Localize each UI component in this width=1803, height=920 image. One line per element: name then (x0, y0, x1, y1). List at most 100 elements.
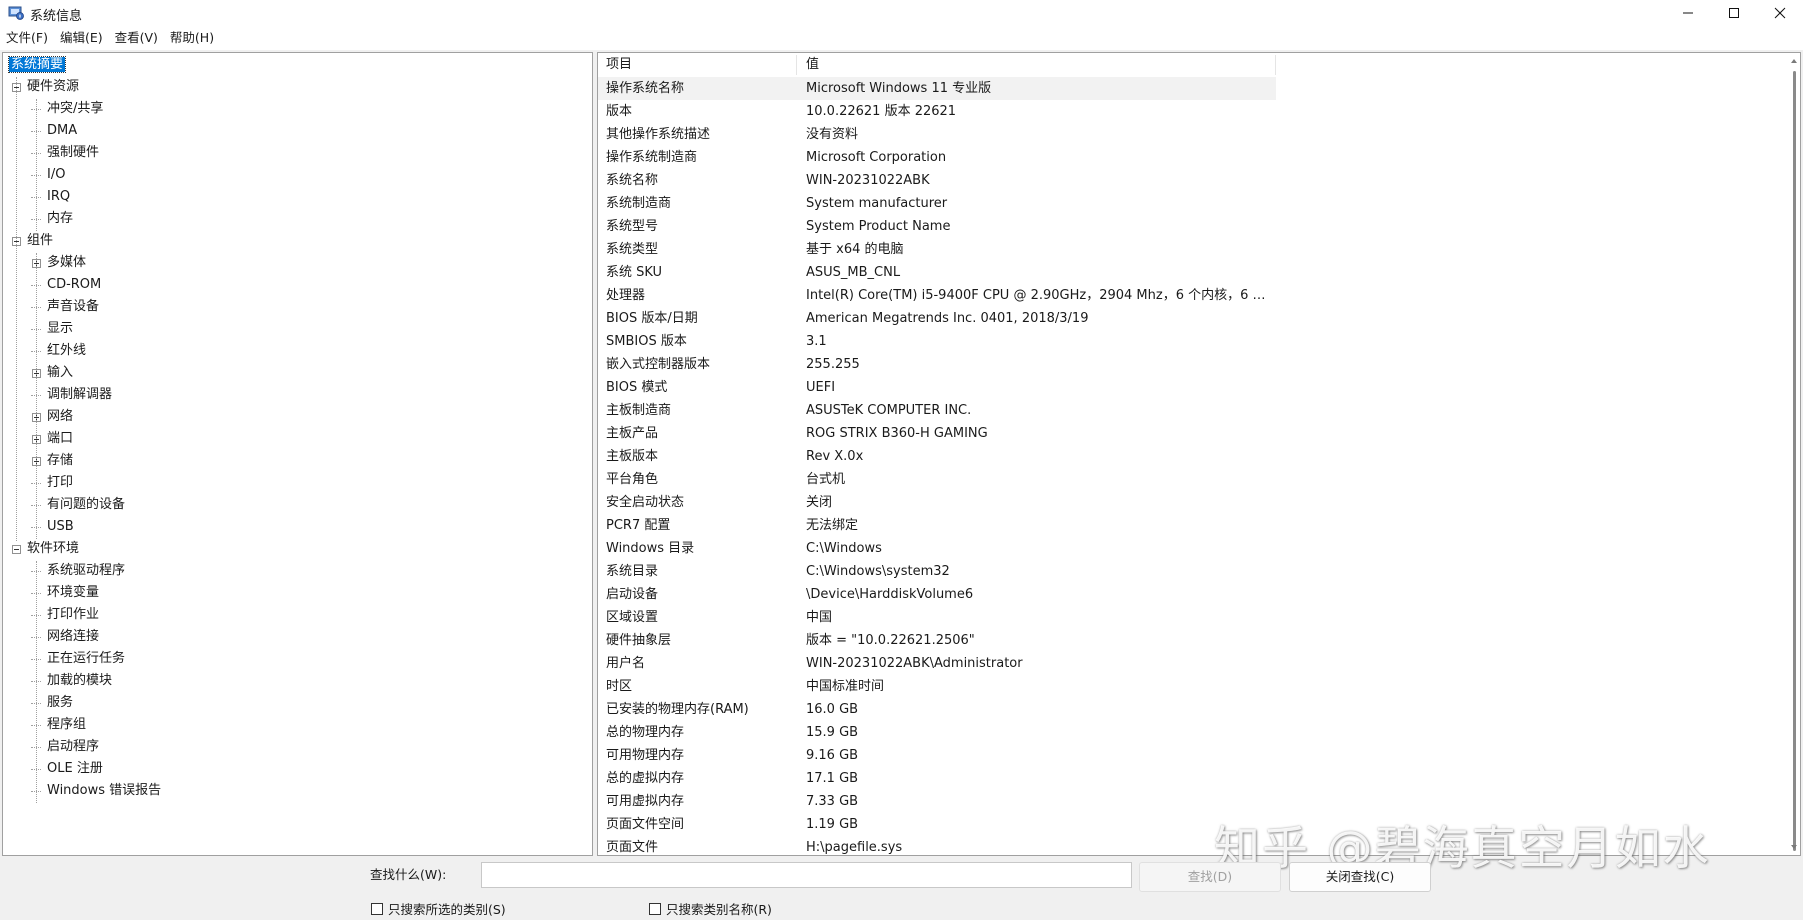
tree-item[interactable]: IRQ (45, 187, 72, 207)
category-tree[interactable]: 系统摘要硬件资源 冲突/共享 DMA 强制硬件 I/O IRQ 内存组件多媒体 CD-ROM 声… (2, 52, 593, 856)
tree-item[interactable]: USB (45, 517, 76, 537)
tree-item[interactable]: 正在运行任务 (45, 649, 127, 669)
tree-item[interactable]: 多媒体 (45, 253, 88, 273)
table-row[interactable]: 硬件抽象层 版本 = "10.0.22621.2506" (598, 629, 1276, 652)
details-list[interactable]: 项目 值 操作系统名称 Microsoft Windows 11 专业版 版本 10.… (597, 52, 1801, 856)
scrollbar-thumb[interactable] (1793, 71, 1796, 851)
table-row[interactable]: 其他操作系统描述 没有资料 (598, 123, 1276, 146)
item-value-cell: C:\Windows (806, 541, 882, 556)
column-header-item[interactable]: 项目 (606, 53, 632, 77)
tree-item[interactable]: 启动程序 (45, 737, 101, 757)
tree-item[interactable]: 系统驱动程序 (45, 561, 127, 581)
menu-file[interactable]: 文件(F) (0, 26, 54, 50)
table-row[interactable]: 嵌入式控制器版本 255.255 (598, 353, 1276, 376)
checkbox-search-names[interactable] (649, 902, 661, 915)
tree-item[interactable]: OLE 注册 (45, 759, 105, 779)
table-row[interactable]: 主板版本 Rev X.0x (598, 445, 1276, 468)
checkbox-search-selected[interactable] (371, 902, 383, 915)
find-input[interactable] (481, 862, 1132, 888)
table-row[interactable]: 操作系统名称 Microsoft Windows 11 专业版 (598, 77, 1276, 100)
table-row[interactable]: 系统 SKU ASUS_MB_CNL (598, 261, 1276, 284)
option-search-selected-category[interactable]: 只搜索所选的类别(S) (371, 899, 506, 918)
collapse-minus-icon[interactable] (12, 545, 21, 554)
table-row[interactable]: 系统类型 基于 x64 的电脑 (598, 238, 1276, 261)
tree-item[interactable]: 打印作业 (45, 605, 101, 625)
close-window-button[interactable] (1757, 0, 1803, 26)
tree-item[interactable]: 程序组 (45, 715, 88, 735)
tree-item[interactable]: 加载的模块 (45, 671, 114, 691)
minimize-button[interactable] (1665, 0, 1711, 26)
column-divider[interactable] (796, 55, 797, 75)
table-row[interactable]: 版本 10.0.22621 版本 22621 (598, 100, 1276, 123)
table-row[interactable]: 主板制造商 ASUSTeK COMPUTER INC. (598, 399, 1276, 422)
tree-item-label: 系统驱动程序 (47, 563, 126, 578)
close-find-button[interactable]: 关闭查找(C) (1289, 862, 1431, 892)
tree-item[interactable]: 调制解调器 (45, 385, 114, 405)
tree-item[interactable]: 内存 (45, 209, 75, 229)
tree-item[interactable]: 存储 (45, 451, 75, 471)
table-row[interactable]: 系统目录 C:\Windows\system32 (598, 560, 1276, 583)
table-row[interactable]: 可用虚拟内存 7.33 GB (598, 790, 1276, 813)
tree-item[interactable]: 有问题的设备 (45, 495, 127, 515)
tree-item[interactable]: 端口 (45, 429, 75, 449)
scroll-down-icon[interactable] (1790, 843, 1798, 851)
scroll-up-icon[interactable] (1790, 57, 1798, 65)
table-row[interactable]: BIOS 版本/日期 American Megatrends Inc. 0401,… (598, 307, 1276, 330)
vertical-scrollbar[interactable] (1790, 57, 1798, 851)
tree-item[interactable]: CD-ROM (45, 275, 103, 295)
table-row[interactable]: 系统型号 System Product Name (598, 215, 1276, 238)
table-row[interactable]: 页面文件空间 1.19 GB (598, 813, 1276, 836)
menu-view[interactable]: 查看(V) (109, 26, 164, 50)
table-row[interactable]: 主板产品 ROG STRIX B360-H GAMING (598, 422, 1276, 445)
tree-item-label: 组件 (27, 233, 54, 248)
tree-item-label: 系统摘要 (7, 56, 67, 73)
tree-item[interactable]: 网络连接 (45, 627, 101, 647)
tree-item[interactable]: 强制硬件 (45, 143, 101, 163)
tree-item[interactable]: 声音设备 (45, 297, 101, 317)
tree-item[interactable]: I/O (45, 165, 67, 185)
tree-item[interactable]: 显示 (45, 319, 75, 339)
tree-item[interactable]: 软件环境 (25, 539, 81, 559)
table-row[interactable]: 总的物理内存 15.9 GB (598, 721, 1276, 744)
table-row[interactable]: 页面文件 H:\pagefile.sys (598, 836, 1276, 855)
column-header-value[interactable]: 值 (806, 53, 819, 77)
table-row[interactable]: PCR7 配置 无法绑定 (598, 514, 1276, 537)
table-row[interactable]: 区域设置 中国 (598, 606, 1276, 629)
table-row[interactable]: 可用物理内存 9.16 GB (598, 744, 1276, 767)
table-row[interactable]: 时区 中国标准时间 (598, 675, 1276, 698)
tree-item[interactable]: 打印 (45, 473, 75, 493)
option-search-category-names[interactable]: 只搜索类别名称(R) (649, 899, 772, 918)
tree-item[interactable]: 系统摘要 (7, 55, 67, 75)
table-row[interactable]: 已安装的物理内存(RAM) 16.0 GB (598, 698, 1276, 721)
tree-item[interactable]: 输入 (45, 363, 75, 383)
tree-item[interactable]: 红外线 (45, 341, 88, 361)
table-row[interactable]: Windows 目录 C:\Windows (598, 537, 1276, 560)
table-row[interactable]: 总的虚拟内存 17.1 GB (598, 767, 1276, 790)
table-row[interactable]: 平台角色 台式机 (598, 468, 1276, 491)
tree-item[interactable]: 冲突/共享 (45, 99, 105, 119)
tree-item[interactable]: Windows 错误报告 (45, 781, 163, 801)
tree-item[interactable]: 服务 (45, 693, 75, 713)
tree-item-label: 打印 (47, 475, 74, 490)
tree-item-label: 显示 (47, 321, 74, 336)
tree-item[interactable]: 硬件资源 (25, 77, 81, 97)
find-button[interactable]: 查找(D) (1139, 862, 1281, 892)
table-row[interactable]: SMBIOS 版本 3.1 (598, 330, 1276, 353)
tree-item[interactable]: 组件 (25, 231, 55, 251)
table-row[interactable]: BIOS 模式 UEFI (598, 376, 1276, 399)
table-row[interactable]: 用户名 WIN-20231022ABK\Administrator (598, 652, 1276, 675)
tree-item[interactable]: 网络 (45, 407, 75, 427)
tree-item[interactable]: DMA (45, 121, 79, 141)
close-icon (1774, 7, 1786, 19)
menu-edit[interactable]: 编辑(E) (54, 26, 109, 50)
table-row[interactable]: 处理器 Intel(R) Core(TM) i5-9400F CPU @ 2.90… (598, 284, 1276, 307)
table-row[interactable]: 启动设备 \Device\HarddiskVolume6 (598, 583, 1276, 606)
table-row[interactable]: 系统制造商 System manufacturer (598, 192, 1276, 215)
menu-help[interactable]: 帮助(H) (164, 26, 220, 50)
table-row[interactable]: 安全启动状态 关闭 (598, 491, 1276, 514)
tree-item[interactable]: 环境变量 (45, 583, 101, 603)
table-row[interactable]: 系统名称 WIN-20231022ABK (598, 169, 1276, 192)
maximize-button[interactable] (1711, 0, 1757, 26)
column-divider[interactable] (1275, 55, 1276, 75)
table-row[interactable]: 操作系统制造商 Microsoft Corporation (598, 146, 1276, 169)
